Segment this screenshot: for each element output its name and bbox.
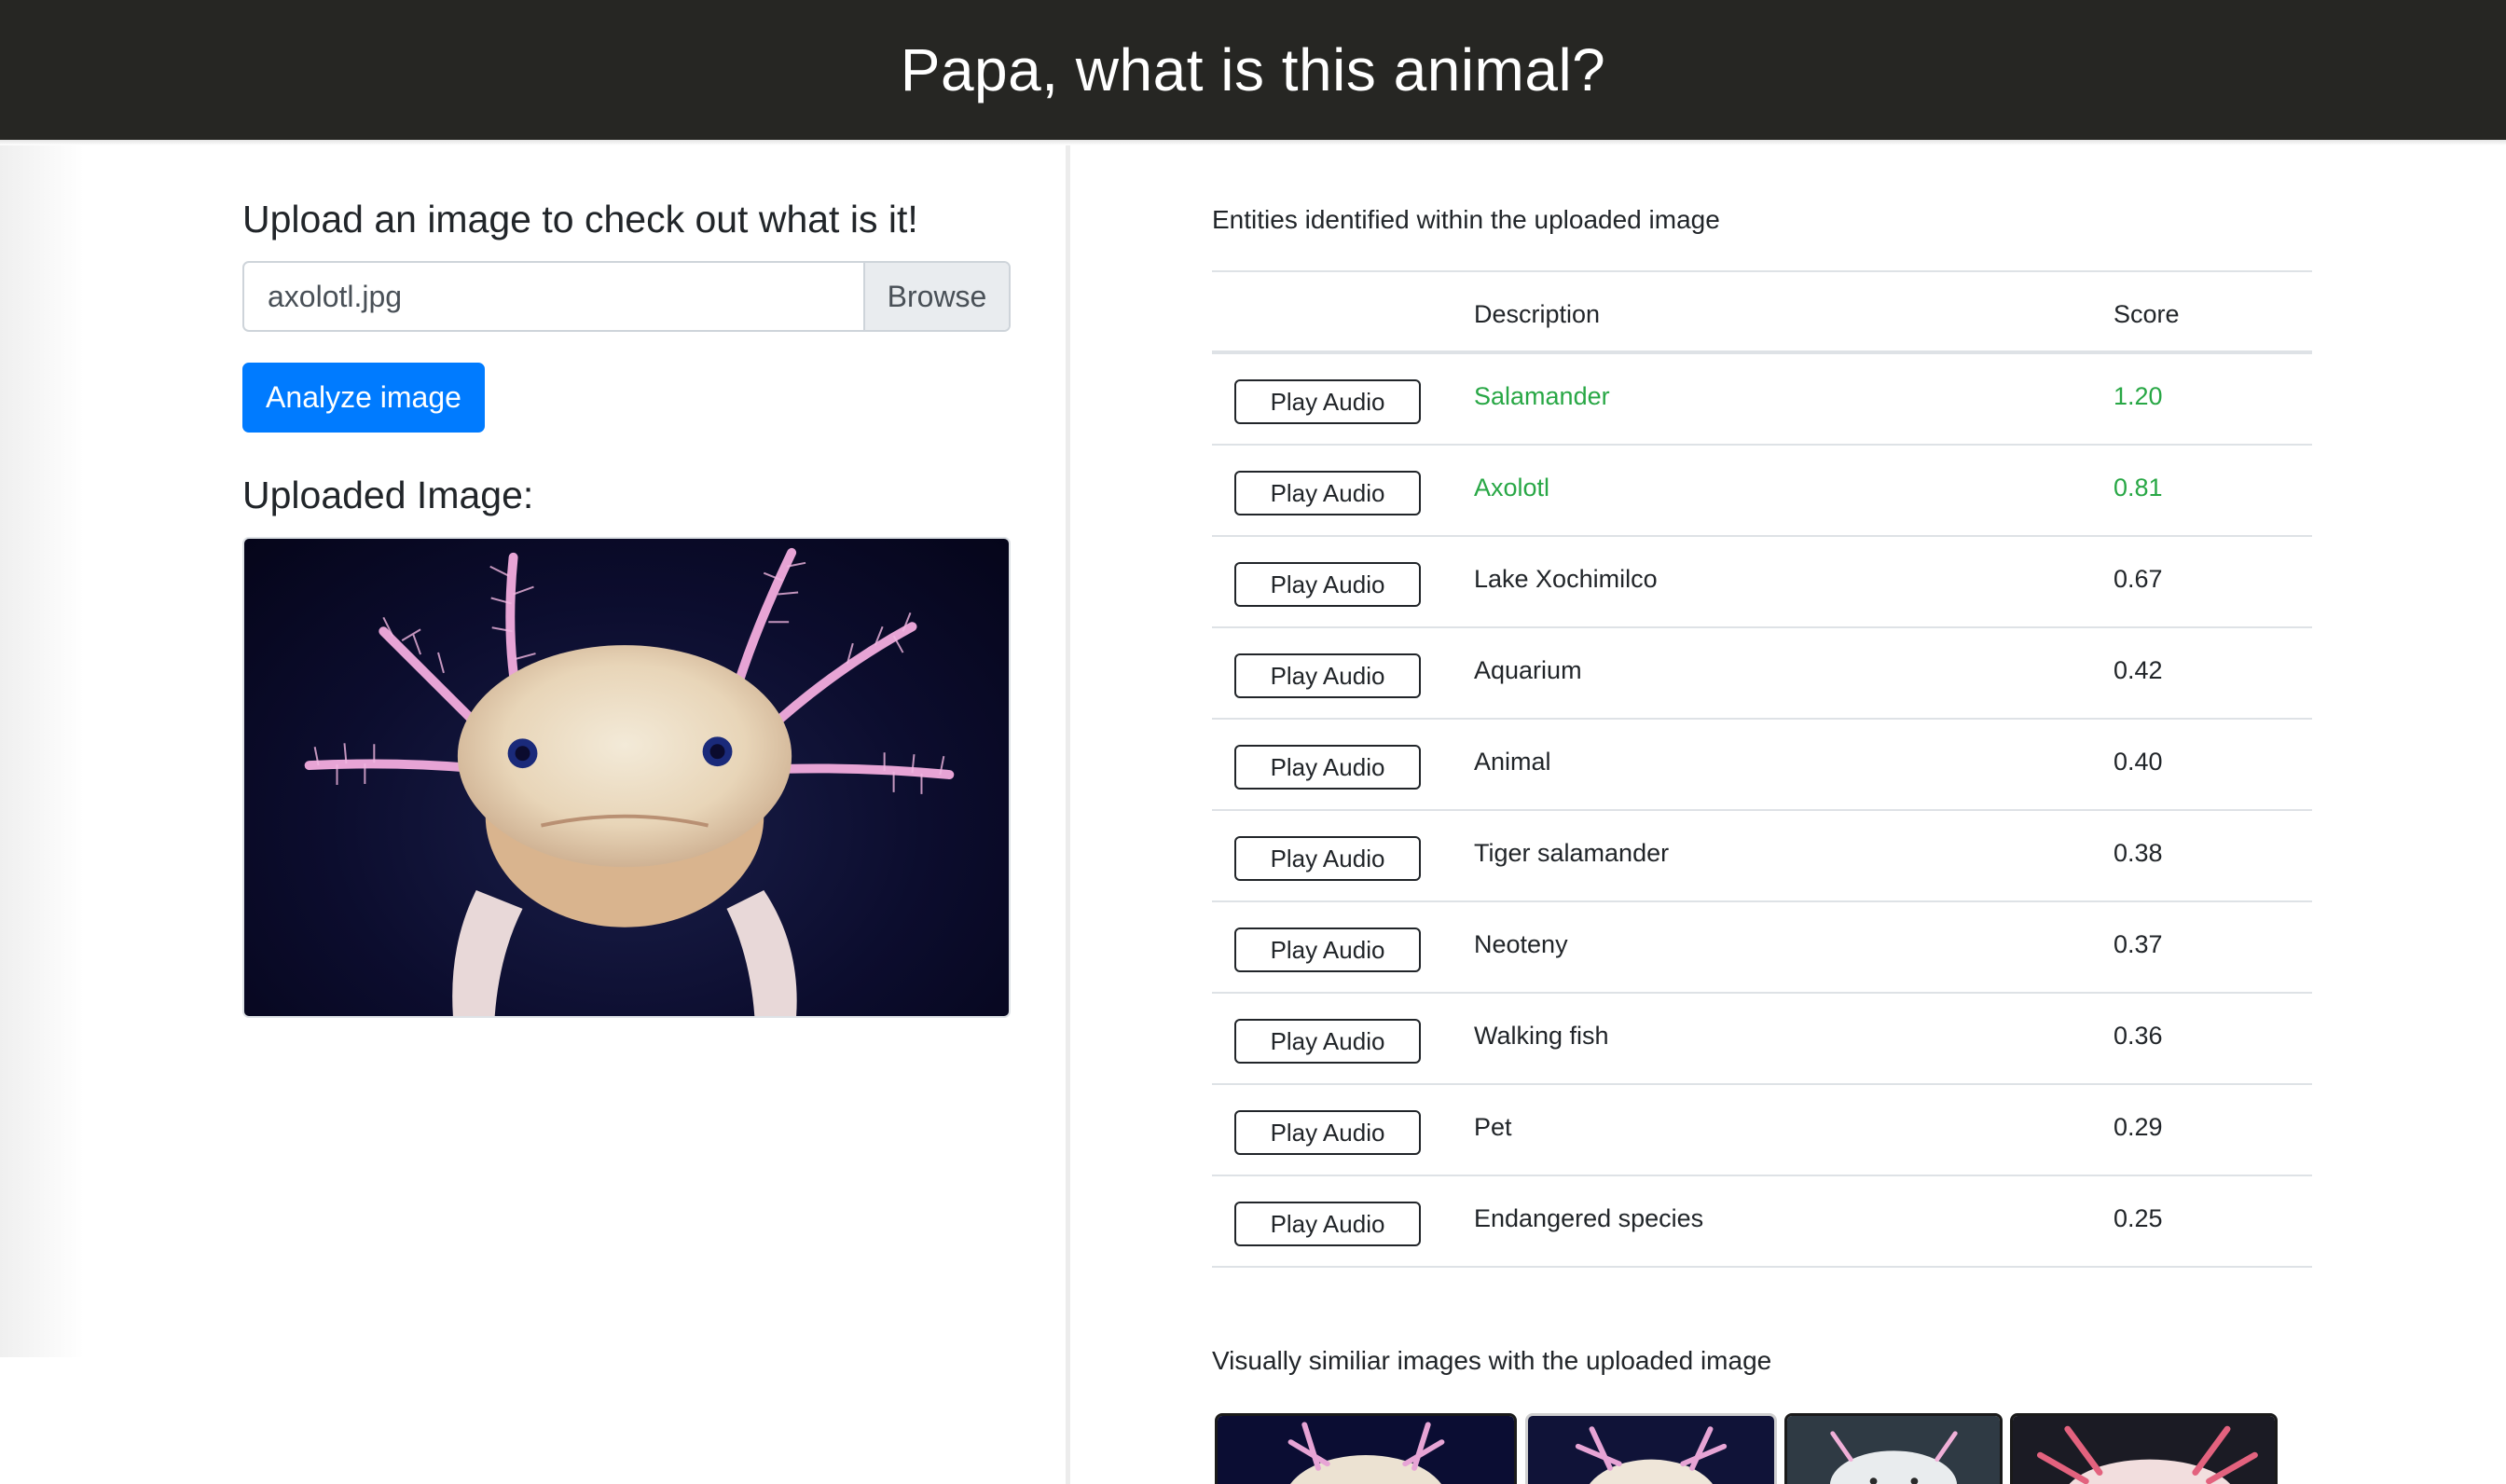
table-row: Play Audio Aquarium 0.42 — [1212, 628, 2312, 720]
play-audio-button[interactable]: Play Audio — [1234, 836, 1421, 881]
table-row: Play Audio Neoteny 0.37 — [1212, 902, 2312, 994]
entity-description: Axolotl — [1474, 474, 1550, 502]
upload-heading: Upload an image to check out what is it! — [242, 198, 918, 240]
entity-description: Walking fish — [1474, 1022, 1609, 1050]
table-row: Play Audio Salamander 1.20 — [1212, 354, 2312, 446]
play-audio-button[interactable]: Play Audio — [1234, 562, 1421, 607]
file-input[interactable]: axolotl.jpg Browse — [242, 261, 1011, 332]
entity-score: 0.37 — [2114, 930, 2163, 958]
play-audio-button[interactable]: Play Audio — [1234, 1019, 1421, 1064]
column-header-description: Description — [1474, 300, 1601, 328]
panel-divider — [1066, 145, 1070, 1484]
column-header-score: Score — [2114, 300, 2180, 328]
entity-score: 0.81 — [2114, 474, 2163, 502]
axolotl-picture — [304, 547, 955, 1016]
entity-description: Pet — [1474, 1113, 1512, 1141]
entity-score: 0.25 — [2114, 1204, 2163, 1232]
similar-image-thumbnail[interactable] — [1525, 1413, 1777, 1484]
entity-score: 0.36 — [2114, 1022, 2163, 1050]
entity-score: 0.42 — [2114, 656, 2163, 684]
table-row: Play Audio Axolotl 0.81 — [1212, 446, 2312, 537]
header-shadow — [0, 140, 2506, 145]
table-row: Play Audio Animal 0.40 — [1212, 720, 2312, 811]
similar-image-thumbnail[interactable] — [1784, 1413, 2003, 1484]
play-audio-button[interactable]: Play Audio — [1234, 745, 1421, 790]
uploaded-image — [242, 537, 1011, 1018]
table-row: Play Audio Lake Xochimilco 0.67 — [1212, 537, 2312, 628]
entity-description: Salamander — [1474, 382, 1610, 410]
table-row: Play Audio Walking fish 0.36 — [1212, 994, 2312, 1085]
play-audio-button[interactable]: Play Audio — [1234, 379, 1421, 424]
similar-images-heading: Visually similiar images with the upload… — [1212, 1346, 1772, 1375]
uploaded-image-heading: Uploaded Image: — [242, 474, 534, 516]
play-audio-button[interactable]: Play Audio — [1234, 1110, 1421, 1155]
entity-description: Lake Xochimilco — [1474, 565, 1658, 593]
entity-score: 1.20 — [2114, 382, 2163, 410]
play-audio-button[interactable]: Play Audio — [1234, 471, 1421, 515]
entity-description: Animal — [1474, 748, 1551, 776]
table-row: Play Audio Endangered species 0.25 — [1212, 1176, 2312, 1268]
table-row: Play Audio Pet 0.29 — [1212, 1085, 2312, 1176]
entity-description: Tiger salamander — [1474, 839, 1670, 867]
results-table-body: Play Audio Salamander 1.20 Play Audio Axolot… — [1212, 354, 2312, 1268]
play-audio-button[interactable]: Play Audio — [1234, 928, 1421, 972]
table-header: Description Score — [1212, 272, 2312, 354]
entity-description: Endangered species — [1474, 1204, 1704, 1232]
analyze-image-button[interactable]: Analyze image — [242, 363, 485, 433]
left-shade — [0, 145, 84, 1357]
file-name-field[interactable]: axolotl.jpg — [244, 263, 863, 330]
entities-heading: Entities identified within the uploaded … — [1212, 205, 1720, 234]
entity-score: 0.38 — [2114, 839, 2163, 867]
entity-score: 0.40 — [2114, 748, 2163, 776]
entity-score: 0.29 — [2114, 1113, 2163, 1141]
entity-score: 0.67 — [2114, 565, 2163, 593]
entity-description: Aquarium — [1474, 656, 1582, 684]
table-row: Play Audio Tiger salamander 0.38 — [1212, 811, 2312, 902]
page-title: Papa, what is this animal? — [900, 36, 1606, 103]
similar-image-thumbnail[interactable] — [2010, 1413, 2278, 1484]
app-header: Papa, what is this animal? — [0, 0, 2506, 140]
entity-description: Neoteny — [1474, 930, 1568, 958]
play-audio-button[interactable]: Play Audio — [1234, 653, 1421, 698]
browse-button[interactable]: Browse — [863, 263, 1009, 330]
similar-image-thumbnail[interactable] — [1215, 1413, 1517, 1484]
play-audio-button[interactable]: Play Audio — [1234, 1202, 1421, 1246]
